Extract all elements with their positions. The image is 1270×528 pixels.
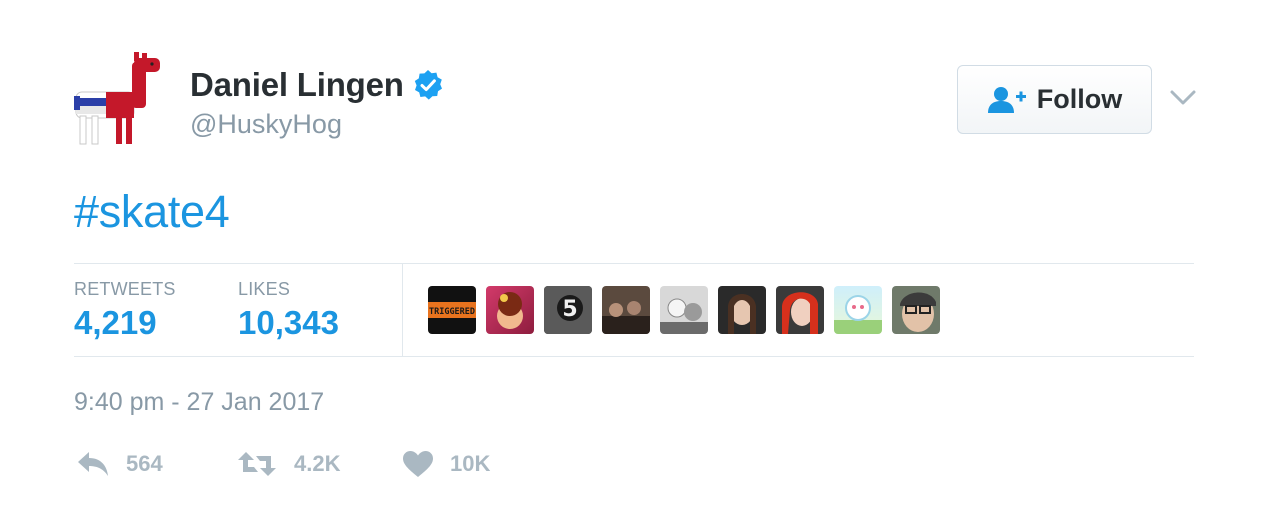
stats-top-divider: [74, 263, 1194, 264]
liker-caption: 5: [562, 297, 577, 322]
person-add-icon: [987, 86, 1026, 113]
retweets-stat[interactable]: RETWEETS 4,219: [74, 279, 176, 342]
tweet-timestamp[interactable]: 9:40 pm - 27 Jan 2017: [74, 388, 324, 417]
like-button[interactable]: 10K: [402, 450, 490, 478]
liker-avatar-5[interactable]: [660, 286, 708, 334]
reply-count: 564: [126, 451, 163, 476]
liker-avatar-3[interactable]: 5: [544, 286, 592, 334]
chevron-down-icon[interactable]: [1168, 86, 1198, 110]
retweet-icon: [238, 452, 276, 476]
retweets-value: 4,219: [74, 304, 157, 341]
follow-button[interactable]: Follow: [957, 65, 1152, 134]
retweet-button[interactable]: 4.2K: [236, 450, 340, 478]
stats-vertical-divider: [402, 264, 403, 356]
liker-avatar-4[interactable]: [602, 286, 650, 334]
author-handle[interactable]: @HuskyHog: [190, 109, 342, 140]
liker-avatar-6[interactable]: [718, 286, 766, 334]
author-avatar[interactable]: [72, 50, 172, 150]
reply-button[interactable]: 564: [76, 450, 163, 478]
verified-badge-icon: [414, 70, 442, 100]
likes-stat[interactable]: LIKES 10,343: [238, 279, 339, 342]
liker-caption: TRIGGERED: [429, 307, 475, 317]
follow-label: Follow: [1036, 84, 1123, 114]
tweet-hashtag-link[interactable]: #skate4: [74, 186, 230, 238]
stats-bottom-divider: [74, 356, 1194, 357]
author-name-row: Daniel Lingen: [190, 66, 444, 104]
liker-avatar-1[interactable]: TRIGGERED: [428, 286, 476, 334]
likes-value: 10,343: [238, 304, 339, 341]
liker-avatar-7[interactable]: [776, 286, 824, 334]
liker-avatar-2[interactable]: [486, 286, 534, 334]
like-count: 10K: [450, 451, 491, 476]
likes-label: LIKES: [238, 279, 291, 299]
heart-icon: [403, 451, 433, 477]
liker-avatar-8[interactable]: [834, 286, 882, 334]
author-name[interactable]: Daniel Lingen: [190, 66, 404, 104]
retweet-count: 4.2K: [294, 451, 341, 476]
liker-avatars: TRIGGERED 5: [428, 286, 950, 334]
liker-avatar-9[interactable]: [892, 286, 940, 334]
reply-icon: [78, 452, 108, 476]
llama-avatar-icon: [74, 52, 160, 145]
retweets-label: RETWEETS: [74, 279, 176, 299]
